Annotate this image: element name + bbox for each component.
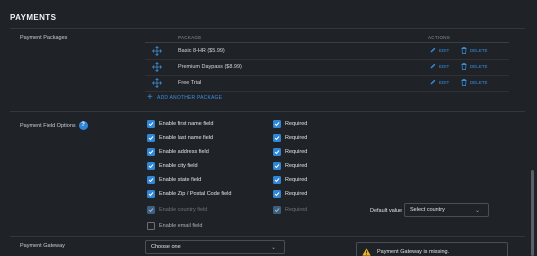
edit-button[interactable]: EDIT bbox=[430, 63, 449, 69]
required-label: Required bbox=[285, 206, 308, 213]
required-zip-checkbox[interactable]: Required bbox=[273, 189, 307, 198]
required-country-checkbox[interactable]: Required bbox=[273, 205, 307, 214]
required-first-name-checkbox[interactable]: Required bbox=[273, 119, 307, 128]
package-row: Premium Daypass ($8.99) EDIT DELETE bbox=[145, 59, 509, 75]
checkbox-checked-icon bbox=[273, 119, 281, 128]
section-title: PAYMENTS bbox=[10, 13, 57, 22]
delete-label: DELETE bbox=[470, 48, 488, 53]
pencil-icon bbox=[430, 63, 436, 69]
delete-label: DELETE bbox=[470, 64, 488, 69]
delete-button[interactable]: DELETE bbox=[461, 47, 488, 54]
enable-city-checkbox[interactable]: Enable city field bbox=[147, 161, 198, 170]
payment-packages-label: Payment Packages bbox=[20, 35, 68, 41]
package-row: Free Trial EDIT DELETE bbox=[145, 75, 509, 91]
required-label: Required bbox=[285, 190, 308, 197]
enable-state-checkbox[interactable]: Enable state field bbox=[147, 175, 201, 184]
checkbox-label: Enable state field bbox=[159, 176, 202, 183]
enable-address-checkbox[interactable]: Enable address field bbox=[147, 147, 209, 156]
enable-first-name-checkbox[interactable]: Enable first name field bbox=[147, 119, 213, 128]
warning-icon bbox=[362, 248, 371, 256]
field-options-label: Payment Field Options? bbox=[20, 121, 88, 130]
drag-handle-icon[interactable] bbox=[152, 78, 162, 88]
enable-last-name-checkbox[interactable]: Enable last name field bbox=[147, 133, 213, 142]
scrollbar[interactable] bbox=[531, 170, 534, 256]
checkbox-label: Enable city field bbox=[159, 162, 198, 169]
trash-icon bbox=[461, 47, 467, 54]
checkbox-checked-icon bbox=[273, 133, 281, 142]
required-last-name-checkbox[interactable]: Required bbox=[273, 133, 307, 142]
checkbox-checked-icon bbox=[147, 133, 155, 142]
select-value: Select country bbox=[410, 207, 445, 213]
trash-icon bbox=[461, 79, 467, 86]
delete-button[interactable]: DELETE bbox=[461, 79, 488, 86]
field-options-text: Payment Field Options bbox=[20, 122, 76, 129]
help-icon[interactable]: ? bbox=[78, 121, 88, 130]
required-label: Required bbox=[285, 134, 308, 141]
required-state-checkbox[interactable]: Required bbox=[273, 175, 307, 184]
edit-label: EDIT bbox=[439, 79, 450, 85]
checkbox-label: Enable last name field bbox=[159, 134, 214, 141]
checkbox-checked-icon bbox=[273, 161, 281, 170]
checkbox-checked-icon bbox=[147, 161, 155, 170]
edit-button[interactable]: EDIT bbox=[430, 79, 449, 85]
package-name: Basic 8-HR ($5.99) bbox=[178, 48, 225, 54]
required-label: Required bbox=[285, 120, 308, 127]
required-label: Required bbox=[285, 162, 308, 169]
add-package-button[interactable]: + ADD ANOTHER PACKAGE bbox=[147, 92, 223, 103]
checkbox-unchecked-icon bbox=[147, 221, 155, 230]
add-package-label: ADD ANOTHER PACKAGE bbox=[157, 95, 223, 101]
checkbox-label: Enable country field bbox=[159, 206, 208, 213]
section-divider bbox=[10, 28, 525, 29]
delete-button[interactable]: DELETE bbox=[461, 63, 488, 70]
default-country-select[interactable]: Select country ⌄ bbox=[404, 203, 489, 217]
package-name: Premium Daypass ($8.99) bbox=[178, 64, 242, 70]
enable-email-checkbox[interactable]: Enable email field bbox=[147, 221, 202, 230]
package-name: Free Trial bbox=[178, 80, 202, 86]
section-divider bbox=[10, 236, 525, 237]
package-column-header: PACKAGE bbox=[178, 35, 202, 40]
plus-icon: + bbox=[147, 92, 154, 103]
actions-column-header: ACTIONS bbox=[428, 35, 451, 40]
required-label: Required bbox=[285, 176, 308, 183]
drag-handle-icon[interactable] bbox=[152, 62, 162, 72]
checkbox-checked-icon bbox=[273, 189, 281, 198]
checkbox-checked-icon bbox=[273, 147, 281, 156]
edit-label: EDIT bbox=[439, 47, 450, 53]
checkbox-checked-icon bbox=[147, 119, 155, 128]
drag-handle-icon[interactable] bbox=[152, 46, 162, 56]
checkbox-checked-icon bbox=[147, 189, 155, 198]
select-value: Choose one bbox=[151, 244, 181, 250]
checkbox-label: Enable first name field bbox=[159, 120, 214, 127]
edit-button[interactable]: EDIT bbox=[430, 47, 449, 53]
checkbox-checked-icon bbox=[147, 147, 155, 156]
payment-gateway-select[interactable]: Choose one ⌄ bbox=[145, 240, 285, 254]
checkbox-label: Enable Zip / Postal Code field bbox=[159, 190, 232, 197]
checkbox-checked-icon bbox=[147, 175, 155, 184]
checkbox-checked-icon bbox=[273, 205, 281, 214]
enable-zip-checkbox[interactable]: Enable Zip / Postal Code field bbox=[147, 189, 231, 198]
gateway-warning: Payment Gateway is missing. bbox=[356, 242, 508, 256]
default-value-label: Default value bbox=[370, 208, 403, 214]
chevron-down-icon: ⌄ bbox=[474, 208, 480, 214]
checkbox-label: Enable address field bbox=[159, 148, 209, 155]
warning-text: Payment Gateway is missing. bbox=[377, 249, 450, 255]
enable-country-checkbox[interactable]: Enable country field bbox=[147, 205, 207, 214]
package-row: Basic 8-HR ($5.99) EDIT DELETE bbox=[145, 43, 509, 59]
required-city-checkbox[interactable]: Required bbox=[273, 161, 307, 170]
pencil-icon bbox=[430, 47, 436, 53]
trash-icon bbox=[461, 63, 467, 70]
checkbox-label: Enable email field bbox=[159, 222, 203, 229]
required-address-checkbox[interactable]: Required bbox=[273, 147, 307, 156]
row-divider bbox=[145, 91, 509, 92]
payment-gateway-label: Payment Gateway bbox=[20, 243, 65, 249]
delete-label: DELETE bbox=[470, 80, 488, 85]
pencil-icon bbox=[430, 79, 436, 85]
section-divider bbox=[10, 111, 525, 112]
chevron-down-icon: ⌄ bbox=[270, 245, 276, 251]
checkbox-checked-icon bbox=[273, 175, 281, 184]
required-label: Required bbox=[285, 148, 308, 155]
checkbox-checked-icon bbox=[147, 205, 155, 214]
edit-label: EDIT bbox=[439, 63, 450, 69]
